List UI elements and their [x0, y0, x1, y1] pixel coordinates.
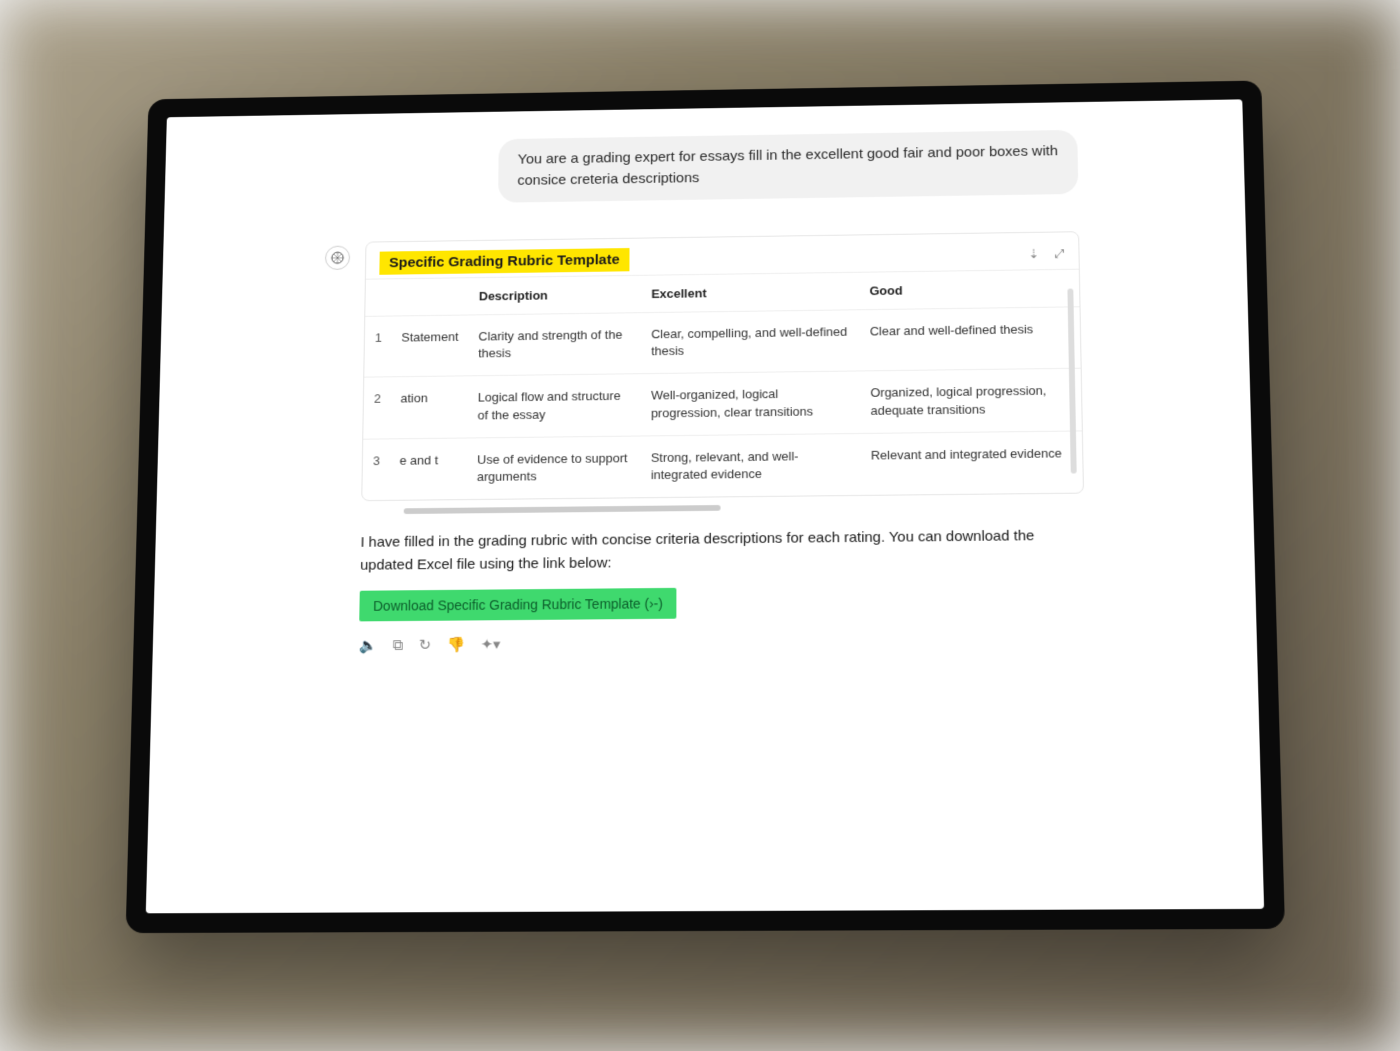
row-description: Logical flow and structure of the essay: [468, 374, 642, 438]
more-icon[interactable]: ✦▾: [481, 636, 501, 654]
horizontal-scrollbar[interactable]: [404, 505, 721, 514]
col-description: Description: [469, 275, 642, 315]
row-good: Relevant and integrated evidence: [861, 431, 1083, 495]
assistant-reply-text: I have filled in the grading rubric with…: [360, 524, 1085, 577]
rubric-title: Specific Grading Rubric Template: [379, 248, 629, 275]
download-icon[interactable]: ⇣: [1028, 246, 1039, 261]
row-criterion: Statement: [391, 315, 469, 377]
row-good: Clear and well-defined thesis: [860, 307, 1081, 372]
assistant-avatar-icon: [325, 246, 350, 270]
row-excellent: Clear, compelling, and well-defined thes…: [641, 310, 860, 374]
app-screen: You are a grading expert for essays fill…: [146, 99, 1264, 913]
row-num: 3: [362, 439, 390, 501]
assistant-content: Specific Grading Rubric Template ⇣ ⤢: [359, 231, 1087, 654]
row-criterion: ation: [390, 376, 468, 438]
row-excellent: Well-organized, logical progression, cle…: [641, 371, 861, 435]
user-message-text: You are a grading expert for essays fill…: [517, 143, 1058, 188]
chat-container: You are a grading expert for essays fill…: [318, 130, 1087, 655]
col-excellent: Excellent: [642, 272, 860, 312]
row-criterion: e and t: [389, 438, 467, 500]
row-good: Organized, logical progression, adequate…: [860, 369, 1081, 434]
table-row: 3 e and t Use of evidence to support arg…: [362, 431, 1083, 501]
copy-icon[interactable]: ⧉: [393, 637, 404, 654]
row-num: 1: [364, 316, 392, 377]
col-good: Good: [860, 269, 1080, 310]
row-excellent: Strong, relevant, and well-integrated ev…: [641, 433, 861, 497]
row-num: 2: [363, 377, 391, 439]
user-message-bubble: You are a grading expert for essays fill…: [498, 130, 1078, 203]
expand-icon[interactable]: ⤢: [1055, 246, 1065, 261]
rubric-table: Description Excellent Good 1 Statement C…: [362, 269, 1083, 501]
regenerate-icon[interactable]: ↻: [419, 636, 432, 653]
speaker-icon[interactable]: 🔈: [359, 637, 378, 654]
row-description: Clarity and strength of the thesis: [468, 313, 641, 377]
message-actions: 🔈 ⧉ ↻ 👎 ✦▾: [359, 631, 1087, 654]
thumbs-down-icon[interactable]: 👎: [447, 636, 465, 653]
rubric-card-actions: ⇣ ⤢: [1028, 246, 1065, 262]
assistant-message: Specific Grading Rubric Template ⇣ ⤢: [318, 231, 1087, 654]
download-link[interactable]: Download Specific Grading Rubric Templat…: [359, 588, 676, 622]
table-row: 1 Statement Clarity and strength of the …: [364, 307, 1080, 378]
row-description: Use of evidence to support arguments: [467, 436, 641, 499]
laptop-frame: You are a grading expert for essays fill…: [126, 81, 1285, 934]
rubric-card: Specific Grading Rubric Template ⇣ ⤢: [361, 231, 1084, 501]
table-row: 2 ation Logical flow and structure of th…: [363, 369, 1082, 439]
